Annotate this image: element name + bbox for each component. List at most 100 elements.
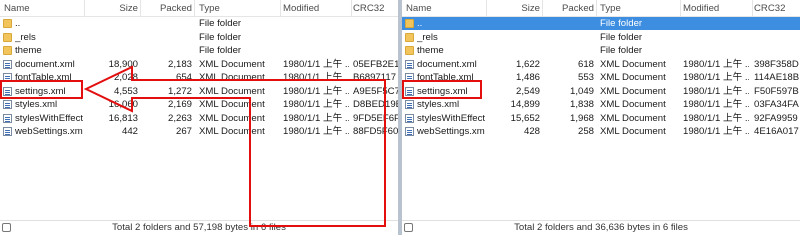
file-crc32: A9E5F5C7 xyxy=(353,85,398,97)
header-name[interactable]: Name xyxy=(406,3,432,15)
file-row[interactable]: styles.xml 14,899 1,838 XML Document 1980/1/… xyxy=(402,98,800,111)
file-packed-size xyxy=(142,17,192,30)
file-crc32: 92FA9959 xyxy=(754,112,798,124)
header-size[interactable]: Size xyxy=(488,3,540,15)
file-type: File folder xyxy=(199,45,242,56)
file-crc32 xyxy=(754,44,799,57)
file-row[interactable]: webSettings.xml 428 258 XML Document 1980/1/… xyxy=(402,125,800,138)
file-row[interactable]: document.xml 1,622 618 XML Document 1980/1/1… xyxy=(402,58,800,71)
file-packed-size: 553 xyxy=(577,72,594,83)
highlight-box-left-settings xyxy=(0,80,83,99)
file-modified xyxy=(683,44,749,57)
file-packed-size: 1,049 xyxy=(569,85,594,97)
file-modified: 1980/1/1 上午 ... xyxy=(683,126,749,137)
file-row[interactable]: document.xml 18,900 2,183 XML Document 1980/… xyxy=(0,58,398,71)
file-name: document.xml xyxy=(15,58,75,70)
header-divider[interactable] xyxy=(140,0,141,16)
header-divider[interactable] xyxy=(194,0,195,16)
header-divider[interactable] xyxy=(596,0,597,16)
header-modified[interactable]: Modified xyxy=(683,3,719,15)
file-crc32 xyxy=(754,31,799,44)
file-type: XML Document xyxy=(199,58,265,70)
file-row[interactable]: theme File folder xyxy=(402,44,800,57)
file-name: .. xyxy=(417,18,423,29)
file-packed-size: 654 xyxy=(175,72,192,83)
file-size: 16,060 xyxy=(108,99,138,110)
file-modified xyxy=(683,17,749,30)
file-type: File folder xyxy=(199,18,242,29)
file-type: XML Document xyxy=(199,85,265,97)
header-modified[interactable]: Modified xyxy=(283,3,319,15)
file-modified: 1980/1/1 上午 ... xyxy=(283,85,349,97)
folder-icon xyxy=(405,32,414,42)
header-type[interactable]: Type xyxy=(600,3,621,15)
file-packed-size: 267 xyxy=(175,126,192,137)
header-divider[interactable] xyxy=(84,0,85,16)
file-crc32: 114AE18B xyxy=(754,72,799,83)
file-modified xyxy=(283,17,349,30)
header-type[interactable]: Type xyxy=(199,3,220,15)
header-name[interactable]: Name xyxy=(4,3,30,15)
header-divider[interactable] xyxy=(280,0,281,16)
file-modified: 1980/1/1 上午 ... xyxy=(283,99,349,110)
folder-icon xyxy=(405,46,414,55)
header-divider[interactable] xyxy=(351,0,352,16)
file-size: 16,813 xyxy=(108,112,138,124)
file-type: File folder xyxy=(600,31,643,43)
status-text: Total 2 folders and 36,636 bytes in 6 fi… xyxy=(514,222,688,233)
file-row[interactable]: styles.xml 16,060 2,169 XML Document 1980/1/… xyxy=(0,98,398,111)
file-size: 15,652 xyxy=(510,112,540,124)
file-size: 1,622 xyxy=(515,58,540,70)
file-row[interactable]: stylesWithEffects... 16,813 2,263 XML Docum… xyxy=(0,112,398,125)
file-packed-size: 618 xyxy=(577,58,594,70)
header-divider[interactable] xyxy=(752,0,753,16)
xml-file-icon xyxy=(405,100,414,109)
file-row[interactable]: stylesWithEffects... 15,652 1,968 XML Docum… xyxy=(402,112,800,125)
file-type: XML Document xyxy=(600,112,666,124)
file-size: 2,028 xyxy=(113,72,138,83)
file-size: 2,549 xyxy=(515,85,540,97)
xml-file-icon xyxy=(3,59,12,69)
header-packed[interactable]: Packed xyxy=(142,3,192,15)
file-modified: 1980/1/1 上午 ... xyxy=(683,112,749,124)
right-file-pane[interactable]: Name Size Packed Type Modified CRC32 .. F… xyxy=(402,0,800,235)
file-crc32: 398F358D xyxy=(754,58,799,70)
header-crc32[interactable]: CRC32 xyxy=(353,3,384,15)
file-modified: 1980/1/1 上午 ... xyxy=(283,126,349,137)
xml-file-icon xyxy=(405,127,414,136)
file-row[interactable]: .. File folder xyxy=(0,17,398,30)
file-modified xyxy=(283,44,349,57)
file-packed-size: 1,968 xyxy=(569,112,594,124)
header-divider[interactable] xyxy=(542,0,543,16)
file-crc32 xyxy=(353,31,398,44)
file-size xyxy=(488,44,540,57)
file-name: styles.xml xyxy=(15,99,58,110)
file-crc32 xyxy=(754,17,799,30)
file-type: XML Document xyxy=(199,72,265,83)
file-row[interactable]: _rels File folder xyxy=(0,31,398,44)
file-row[interactable]: webSettings.xml 442 267 XML Document 1980/1/… xyxy=(0,125,398,138)
file-name: webSettings.xml xyxy=(417,126,485,137)
header-divider[interactable] xyxy=(486,0,487,16)
file-type: XML Document xyxy=(600,99,666,110)
file-packed-size xyxy=(142,31,192,44)
header-divider[interactable] xyxy=(680,0,681,16)
file-row[interactable]: theme File folder xyxy=(0,44,398,57)
file-packed-size: 1,272 xyxy=(167,85,192,97)
file-modified: 1980/1/1 上午 ... xyxy=(683,58,749,70)
status-text: Total 2 folders and 57,198 bytes in 6 fi… xyxy=(112,222,286,233)
xml-file-icon xyxy=(405,59,414,69)
file-name: theme xyxy=(417,45,444,56)
file-packed-size: 2,183 xyxy=(167,58,192,70)
xml-file-icon xyxy=(3,127,12,136)
file-name: styles.xml xyxy=(417,99,460,110)
file-type: File folder xyxy=(600,18,643,29)
file-size xyxy=(488,17,540,30)
header-crc32[interactable]: CRC32 xyxy=(754,3,785,15)
header-packed[interactable]: Packed xyxy=(544,3,594,15)
file-row[interactable]: _rels File folder xyxy=(402,31,800,44)
header-size[interactable]: Size xyxy=(86,3,138,15)
file-name: document.xml xyxy=(417,58,477,70)
file-row[interactable]: .. File folder xyxy=(402,17,800,30)
left-file-pane[interactable]: Name Size Packed Type Modified CRC32 .. F… xyxy=(0,0,398,235)
